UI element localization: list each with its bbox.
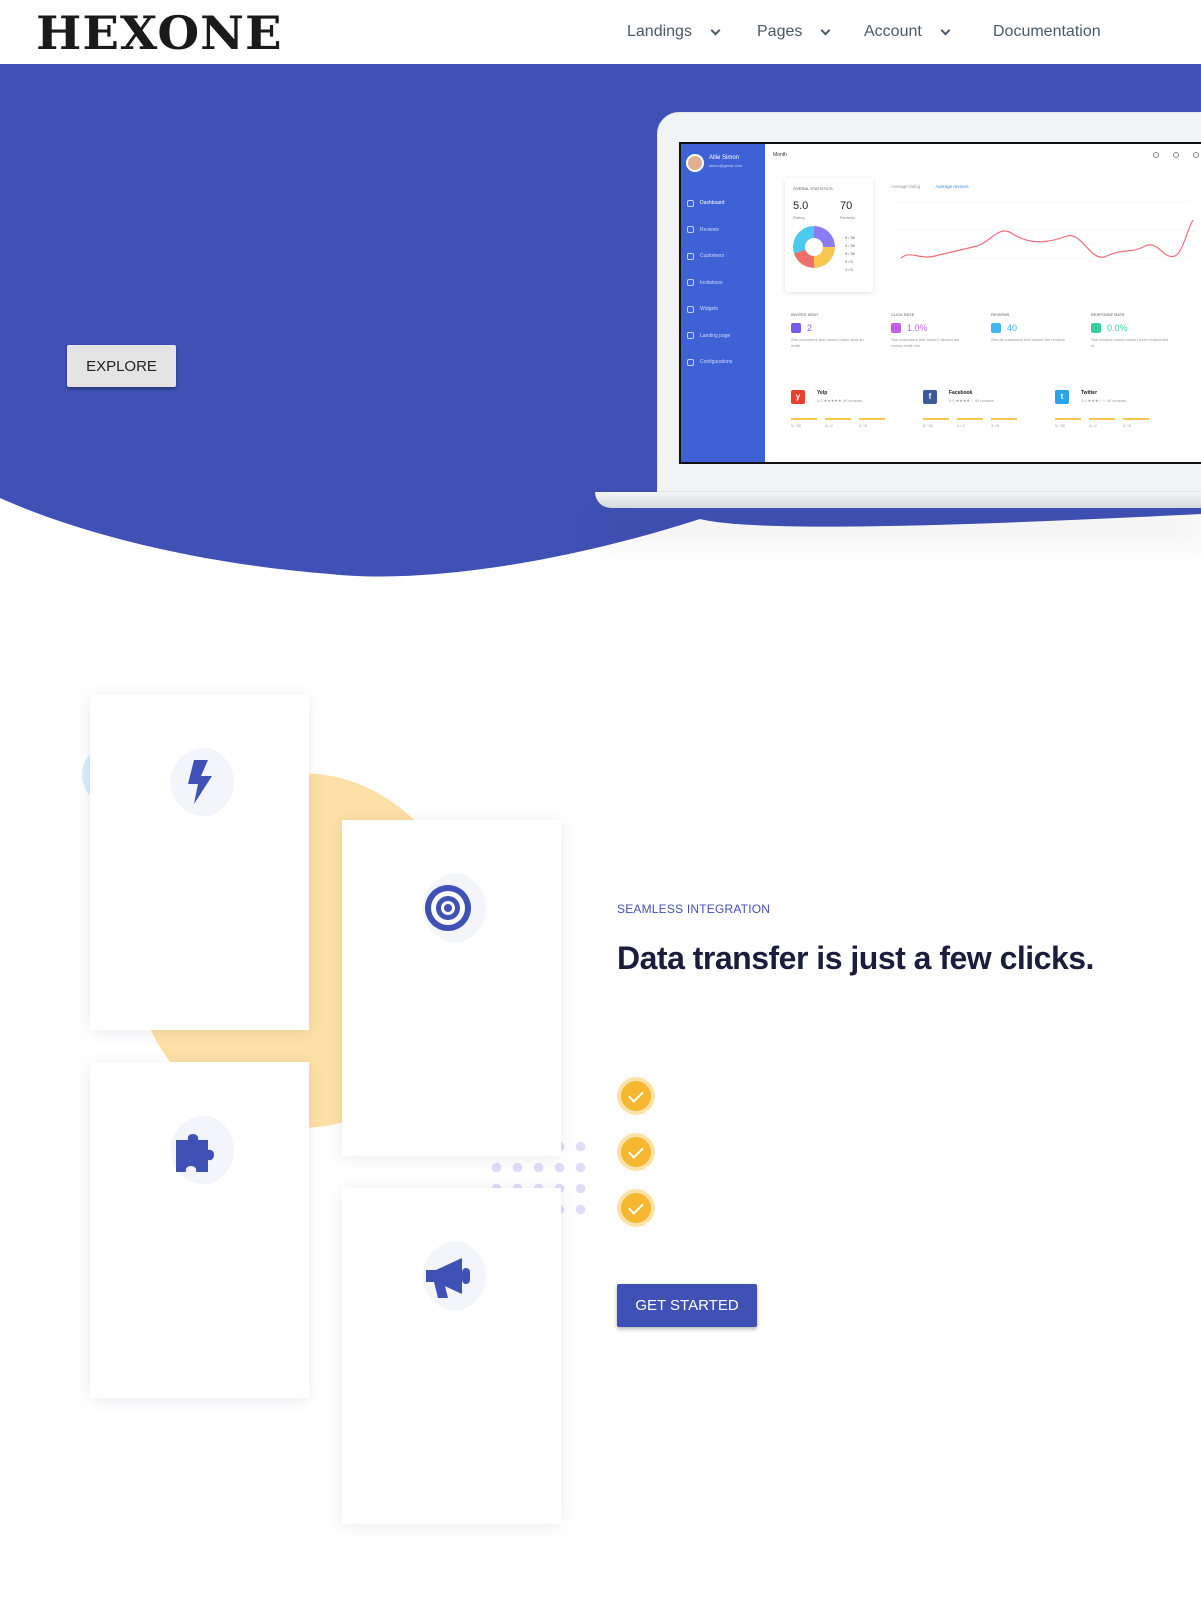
rating-bars: 5 / 30 4 / 23 / 8 — [791, 418, 901, 428]
nav-item-documentation[interactable]: Documentation — [993, 20, 1101, 44]
reviews-label: Reviews — [840, 215, 856, 220]
nav-label: Documentation — [993, 23, 1101, 40]
send-icon — [1173, 152, 1179, 158]
refresh-icon — [1153, 152, 1159, 158]
dashboard-user-email: simon@gmail.com — [709, 163, 742, 168]
laptop-mockup: Allie Simon simon@gmail.com Dashboard Re… — [595, 112, 1201, 562]
dashboard-sidebar: Allie Simon simon@gmail.com Dashboard Re… — [681, 144, 765, 462]
stat-invites-sent: INVITES SENT 2 See customers that haven'… — [791, 312, 864, 348]
feature-card-puzzle — [90, 1062, 309, 1398]
page-icon — [687, 332, 694, 340]
invite-icon — [791, 323, 801, 333]
feature-card-target — [342, 820, 561, 1156]
chevron-down-icon — [940, 25, 951, 35]
dashboard-user-name: Allie Simon — [709, 155, 740, 161]
dashboard-menu: Dashboard Reviews Customers Invitations … — [687, 190, 761, 376]
overall-statistics-card: OVERAL STATISTICS 5.0 70 Rating Reviews … — [785, 178, 873, 292]
tab-average-rating: Average rating — [891, 184, 921, 189]
feature-card-lightning — [90, 694, 309, 1030]
star-icon — [687, 226, 694, 234]
section-headline: Data transfer is just a few clicks. — [617, 940, 1094, 976]
avatar — [686, 154, 704, 172]
facebook-icon: f — [923, 390, 937, 404]
stat-click-rate: CLICK RATE 1.0% See customers that haven… — [891, 312, 960, 348]
rating-bars: 5 / 30 4 / 23 / 8 — [923, 418, 1033, 428]
rating-value: 5.0 — [793, 200, 809, 212]
click-icon — [891, 323, 901, 333]
chevron-down-icon — [820, 25, 831, 35]
nav-label: Landings — [627, 23, 692, 40]
dashboard-menu-item: Dashboard — [687, 190, 761, 217]
donut-chart — [793, 226, 835, 268]
feature-card-megaphone — [342, 1188, 561, 1524]
mail-icon — [687, 279, 694, 287]
check-icon — [617, 1133, 655, 1171]
puzzle-icon — [162, 1114, 234, 1186]
section-eyebrow: SEAMLESS INTEGRATION — [617, 902, 771, 916]
donut-legend: 5 / 30 4 / 30 3 / 30 2 / 5 1 / 5 — [845, 235, 856, 272]
logo[interactable]: HEXONE — [36, 9, 283, 58]
tab-average-reviews: Average reviews — [935, 184, 969, 189]
dashboard-menu-item: Widgets — [687, 296, 761, 323]
dashboard-menu-item: Customers — [687, 243, 761, 270]
nav-item-account[interactable]: Account — [864, 20, 951, 44]
stat-reviews: REVIEWS 40 See all customers that leaved… — [991, 312, 1065, 342]
dashboard-menu-item: Reviews — [687, 217, 761, 244]
chart-tabs: Average rating Average reviews — [891, 184, 969, 189]
navbar: HEXONE Landings Pages Account Documentat… — [0, 0, 1201, 64]
dashboard-top-icons — [1153, 152, 1199, 158]
average-reviews-line-chart — [895, 201, 1194, 273]
chart-icon — [687, 199, 694, 207]
check-icon — [617, 1077, 655, 1115]
settings-icon — [1193, 152, 1199, 158]
review-icon — [991, 323, 1001, 333]
get-started-button[interactable]: GET STARTED — [617, 1284, 757, 1327]
widget-icon — [687, 305, 694, 313]
rating-bars: 5 / 30 4 / 23 / 8 — [1055, 418, 1165, 428]
chevron-down-icon — [710, 25, 721, 35]
dashboard-user: Allie Simon simon@gmail.com — [686, 154, 742, 172]
check-icon — [617, 1189, 655, 1227]
dashboard-menu-item: Invitations — [687, 270, 761, 297]
nav-item-landings[interactable]: Landings — [627, 20, 721, 44]
lightning-icon — [162, 746, 234, 818]
dashboard-menu-item: Configurations — [687, 349, 761, 376]
overall-title: OVERAL STATISTICS — [793, 186, 833, 191]
dashboard-screen: Allie Simon simon@gmail.com Dashboard Re… — [679, 142, 1201, 464]
yelp-icon: y — [791, 390, 805, 404]
response-icon — [1091, 323, 1101, 333]
rating-label: Rating — [793, 215, 805, 220]
gear-icon — [687, 358, 694, 366]
laptop-base — [595, 492, 1201, 508]
page: HEXONE Landings Pages Account Documentat… — [0, 0, 1201, 1601]
reviews-value: 70 — [840, 200, 853, 212]
explore-button[interactable]: EXPLORE — [67, 345, 176, 387]
dashboard-period: Month — [773, 152, 787, 158]
nav-label: Pages — [757, 23, 803, 40]
stat-response-rate: RESPONSE RATE 0.0% See reviews which hav… — [1091, 312, 1169, 348]
target-icon — [414, 872, 486, 944]
nav-item-pages[interactable]: Pages — [757, 20, 831, 44]
twitter-icon: t — [1055, 390, 1069, 404]
nav-label: Account — [864, 23, 922, 40]
megaphone-icon — [414, 1240, 486, 1312]
users-icon — [687, 252, 694, 260]
dashboard-menu-item: Landing page — [687, 323, 761, 350]
